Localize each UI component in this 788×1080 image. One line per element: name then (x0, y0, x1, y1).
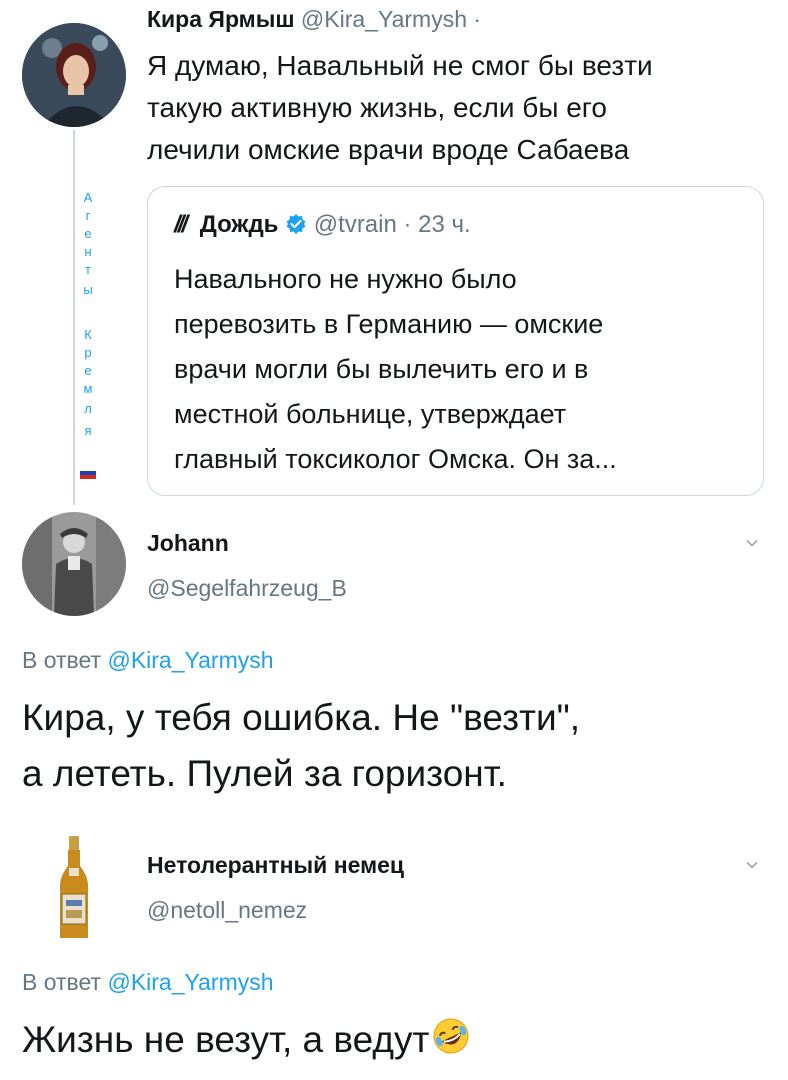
vertical-letter: м (83, 381, 93, 396)
thread-line (73, 130, 75, 505)
tweet-text: Кира, у тебя ошибка. Не "везти", а летет… (22, 690, 580, 802)
tweet-text: Я думаю, Навальный не смог бы везти таку… (147, 45, 653, 171)
quote-time: · 23 ч. (403, 211, 471, 238)
vertical-letter: р (84, 345, 92, 360)
chevron-down-icon[interactable] (745, 858, 759, 872)
quoted-tweet-card[interactable]: /// Дождь @tvrain · 23 ч. Навального не … (147, 186, 764, 496)
chevron-down-icon[interactable] (745, 536, 759, 550)
reply-prefix: В ответ (22, 969, 102, 995)
author-handle[interactable]: @netoll_nemez (147, 897, 307, 924)
text-line: Навального не нужно было (174, 264, 517, 294)
vertical-letter: е (84, 363, 92, 378)
author-name[interactable]: Johann (147, 530, 229, 557)
reply-to-link[interactable]: @Kira_Yarmysh (107, 969, 273, 995)
vertical-letter: г (85, 208, 91, 223)
avatar-johann[interactable] (22, 512, 126, 616)
vertical-letter: я (84, 423, 92, 438)
author-name[interactable]: Нетолерантный немец (147, 852, 404, 879)
text-line: Я думаю, Навальный не смог бы везти (147, 50, 653, 81)
vertical-letter: т (85, 262, 91, 277)
text-line: Кира, у тебя ошибка. Не "везти", (22, 697, 581, 738)
quote-header: /// Дождь @tvrain · 23 ч. (174, 211, 471, 239)
avatar-beer-bottle[interactable] (22, 836, 126, 940)
tweet-text: Жизнь не везут, а ведут (22, 1019, 430, 1060)
author-name[interactable]: Кира Ярмыш (147, 6, 295, 32)
verified-badge-icon (285, 213, 307, 235)
reply-prefix: В ответ (22, 647, 102, 673)
text-line: такую активную жизнь, если бы его (147, 92, 607, 123)
author-handle[interactable]: @Kira_Yarmysh (301, 6, 467, 32)
separator: · (473, 6, 482, 32)
quote-author-name[interactable]: Дождь (200, 211, 279, 238)
vertical-letter: К (84, 327, 92, 342)
author-handle[interactable]: @Segelfahrzeug_B (147, 575, 347, 602)
vertical-letter: н (84, 244, 92, 259)
reply-to-link[interactable]: @Kira_Yarmysh (107, 647, 273, 673)
reply-context: В ответ @Kira_Yarmysh (22, 969, 274, 996)
vertical-letter: е (84, 226, 92, 241)
rolling-laughing-emoji (429, 1016, 473, 1072)
text-line: врачи могли бы вылечить его и в (174, 354, 589, 384)
text-line: лечили омские врачи вроде Сабаева (147, 134, 630, 165)
reply-context: В ответ @Kira_Yarmysh (22, 647, 274, 674)
text-line: перевозить в Германию — омские (174, 309, 604, 339)
avatar-kira[interactable] (22, 23, 126, 127)
vertical-letter: ы (83, 282, 93, 297)
tweet-text-line: Жизнь не везут, а ведут (22, 1012, 473, 1072)
quote-text: Навального не нужно было перевозить в Ге… (174, 257, 617, 482)
russian-flag-icon (80, 466, 96, 479)
vertical-letter: л (84, 401, 92, 416)
quote-author-handle[interactable]: @tvrain (314, 211, 397, 238)
text-line: местной больнице, утверждает (174, 399, 567, 429)
vertical-letter: А (83, 190, 93, 205)
text-line: главный токсиколог Омска. Он за... (174, 444, 617, 474)
text-line: а лететь. Пулей за горизонт. (22, 753, 507, 794)
tvrain-logo: /// (174, 211, 188, 238)
tweet-header: Кира Ярмыш @Kira_Yarmysh · (147, 6, 481, 33)
